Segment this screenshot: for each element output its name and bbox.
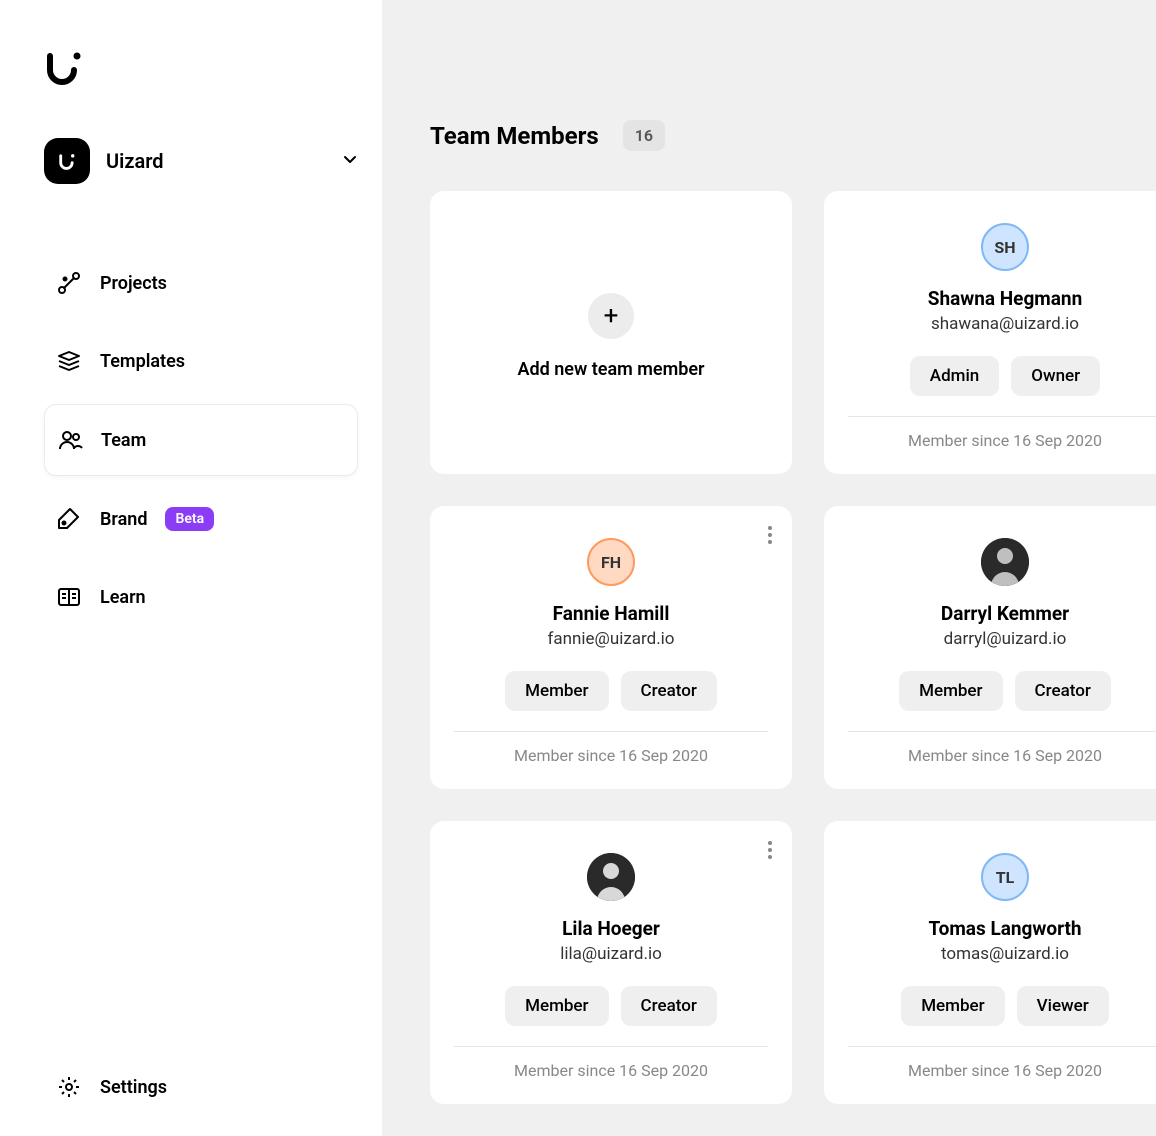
page-title: Team Members: [430, 122, 599, 150]
role-chip: Member: [901, 986, 1004, 1026]
nav-team[interactable]: Team: [44, 404, 358, 476]
team-icon: [57, 427, 83, 453]
avatar: SH: [981, 223, 1029, 271]
nav-templates[interactable]: Templates: [44, 326, 358, 396]
avatar: [981, 538, 1029, 586]
nav-brand[interactable]: Brand Beta: [44, 484, 358, 554]
more-menu-button[interactable]: [768, 841, 772, 859]
role-chip: Creator: [621, 986, 717, 1026]
chevron-down-icon: [342, 151, 358, 171]
divider: [848, 416, 1156, 417]
gear-icon: [56, 1074, 82, 1100]
member-name: Shawna Hegmann: [928, 287, 1082, 310]
nav-label: Projects: [100, 273, 167, 294]
member-name: Lila Hoeger: [562, 917, 660, 940]
role-chip: Member: [505, 986, 608, 1026]
member-since: Member since 16 Sep 2020: [908, 746, 1102, 765]
workspace-name: Uizard: [106, 149, 326, 173]
member-roles: Member Viewer: [901, 986, 1109, 1026]
app-logo: [44, 48, 86, 90]
member-email: tomas@uizard.io: [941, 944, 1069, 964]
nav-settings[interactable]: Settings: [44, 1062, 358, 1112]
nav-label: Team: [101, 430, 146, 451]
role-chip: Creator: [621, 671, 717, 711]
member-roles: Admin Owner: [910, 356, 1100, 396]
member-since: Member since 16 Sep 2020: [908, 431, 1102, 450]
role-chip: Viewer: [1017, 986, 1109, 1026]
member-since: Member since 16 Sep 2020: [908, 1061, 1102, 1080]
sidebar: Uizard Projects Templates Team: [0, 0, 382, 1136]
role-chip: Member: [505, 671, 608, 711]
member-since: Member since 16 Sep 2020: [514, 1061, 708, 1080]
member-email: fannie@uizard.io: [547, 629, 674, 649]
nav-label: Settings: [100, 1077, 167, 1098]
member-count-badge: 16: [623, 120, 665, 151]
member-since: Member since 16 Sep 2020: [514, 746, 708, 765]
page-header: Team Members 16: [430, 120, 1156, 151]
plus-icon: +: [588, 293, 634, 339]
add-member-label: Add new team member: [517, 359, 704, 380]
nav-label: Brand: [100, 509, 147, 530]
role-chip: Creator: [1015, 671, 1111, 711]
member-card: Lila Hoeger lila@uizard.io Member Creato…: [430, 821, 792, 1104]
member-card: FH Fannie Hamill fannie@uizard.io Member…: [430, 506, 792, 789]
member-email: lila@uizard.io: [560, 944, 662, 964]
member-email: shawana@uizard.io: [931, 314, 1079, 334]
member-roles: Member Creator: [505, 986, 717, 1026]
nav-label: Templates: [100, 351, 185, 372]
avatar: FH: [587, 538, 635, 586]
nav-label: Learn: [100, 587, 146, 608]
divider: [848, 1046, 1156, 1047]
member-card: Darryl Kemmer darryl@uizard.io Member Cr…: [824, 506, 1156, 789]
member-card: TL Tomas Langworth tomas@uizard.io Membe…: [824, 821, 1156, 1104]
avatar: [587, 853, 635, 901]
main-content: Team Members 16 + Add new team member SH…: [382, 0, 1156, 1136]
divider: [454, 1046, 768, 1047]
member-name: Darryl Kemmer: [941, 602, 1069, 625]
projects-icon: [56, 270, 82, 296]
member-name: Tomas Langworth: [928, 917, 1081, 940]
nav: Projects Templates Team Brand Beta Lea: [44, 248, 358, 632]
add-member-card[interactable]: + Add new team member: [430, 191, 792, 474]
role-chip: Admin: [910, 356, 999, 396]
brand-icon: [56, 506, 82, 532]
role-chip: Member: [899, 671, 1002, 711]
divider: [454, 731, 768, 732]
nav-learn[interactable]: Learn: [44, 562, 358, 632]
learn-icon: [56, 584, 82, 610]
workspace-avatar: [44, 138, 90, 184]
templates-icon: [56, 348, 82, 374]
member-cards: + Add new team member SH Shawna Hegmann …: [430, 191, 1156, 1104]
divider: [848, 731, 1156, 732]
more-menu-button[interactable]: [768, 526, 772, 544]
member-email: darryl@uizard.io: [944, 629, 1067, 649]
nav-projects[interactable]: Projects: [44, 248, 358, 318]
beta-badge: Beta: [165, 507, 214, 531]
workspace-selector[interactable]: Uizard: [44, 138, 358, 184]
avatar: TL: [981, 853, 1029, 901]
role-chip: Owner: [1011, 356, 1100, 396]
member-card: SH Shawna Hegmann shawana@uizard.io Admi…: [824, 191, 1156, 474]
member-name: Fannie Hamill: [553, 602, 670, 625]
member-roles: Member Creator: [899, 671, 1111, 711]
member-roles: Member Creator: [505, 671, 717, 711]
